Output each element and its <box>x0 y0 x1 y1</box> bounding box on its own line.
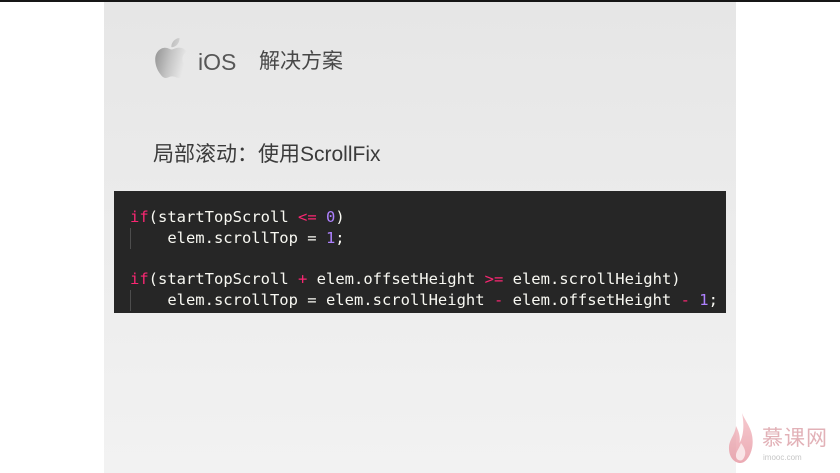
watermark-domain: imooc.com <box>763 453 802 462</box>
code-token-plain: elem.scrollHeight) <box>503 270 681 289</box>
code-token-keyword: if <box>130 208 149 226</box>
code-line: if(startTopScroll + elem.offsetHeight >=… <box>130 269 726 290</box>
screen: iOS 解决方案 局部滚动：使用ScrollFix if(startTopScr… <box>0 0 840 473</box>
code-token-plain: elem.offsetHeight <box>307 270 485 289</box>
code-token-plain: elem.scrollTop = <box>167 228 326 247</box>
slide-heading: 解决方案 <box>259 50 343 73</box>
code-token-number: 0 <box>326 208 336 226</box>
code-token-plain: elem.offsetHeight <box>503 291 681 309</box>
code-line: elem.scrollTop = elem.scrollHeight - ele… <box>130 290 726 311</box>
code-token-operator: - <box>680 291 690 309</box>
code-token-operator: <= <box>297 208 317 226</box>
apple-icon <box>155 38 188 78</box>
watermark-name: 慕课网 <box>762 427 828 450</box>
code-token-plain: ) <box>335 208 345 226</box>
code-token-operator: >= <box>484 270 504 289</box>
code-line: elem.scrollTop = 1; <box>130 227 726 249</box>
code-token-number: 1 <box>699 291 709 309</box>
platform-title: iOS <box>198 49 237 75</box>
code-token-operator: - <box>493 291 504 309</box>
code-token-plain: elem.scrollTop = elem.scrollHeight <box>167 291 494 309</box>
code-token-plain: (startTopScroll <box>148 270 298 289</box>
slide-subtitle: 局部滚动：使用ScrollFix <box>153 143 381 166</box>
code-block: if(startTopScroll <= 0) elem.scrollTop = … <box>114 191 726 313</box>
code-token-plain: (startTopScroll <box>148 208 298 226</box>
indent-guide <box>130 227 167 249</box>
code-token-plain: ; <box>335 228 345 247</box>
code-token-operator: + <box>297 270 308 289</box>
code-token-plain: ; <box>708 291 718 309</box>
code-token-number: 1 <box>325 228 336 247</box>
indent-guide <box>130 290 167 311</box>
code-line: if(startTopScroll <= 0) <box>130 207 726 228</box>
imooc-flame-icon <box>728 413 753 463</box>
code-token-keyword: if <box>130 270 149 289</box>
